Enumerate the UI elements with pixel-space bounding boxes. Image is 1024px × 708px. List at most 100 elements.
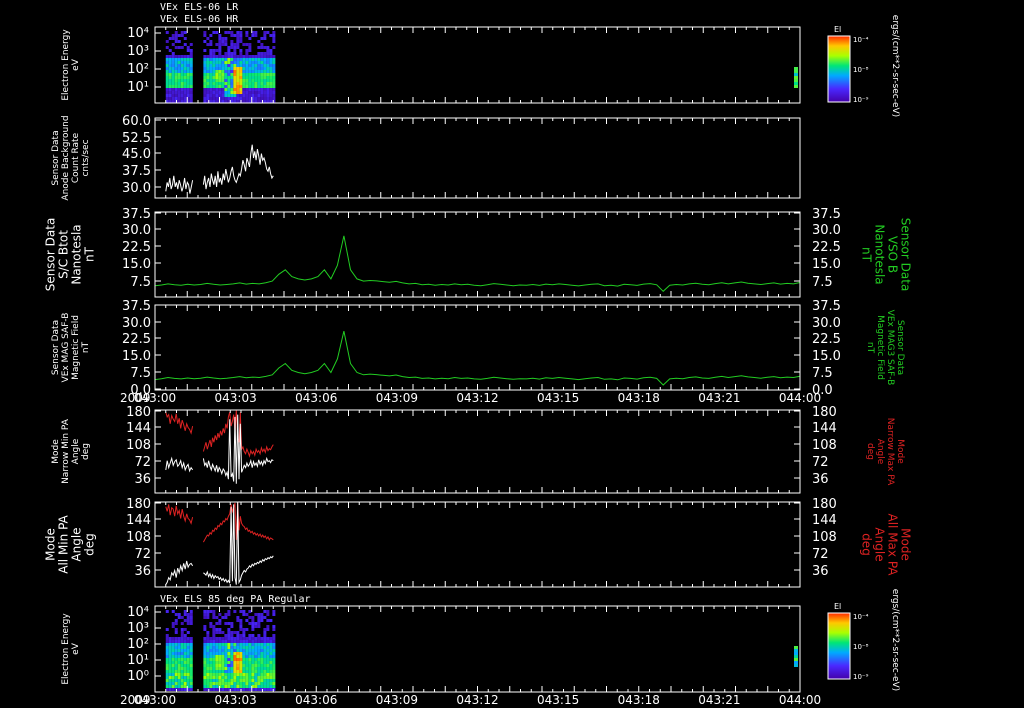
spectrogram-cell	[248, 688, 252, 691]
spectrogram-cell	[263, 70, 267, 73]
spectrogram-cell	[215, 640, 219, 643]
colorbar-tick-bottom: 10⁻⁹	[853, 673, 869, 681]
spectrogram-cell	[203, 652, 207, 655]
spectrogram-cell	[183, 79, 187, 82]
spectrogram-cell	[266, 676, 270, 679]
spectrogram-cell	[257, 46, 261, 49]
spectrogram-cell	[177, 88, 181, 91]
spectrogram-cell	[272, 661, 276, 664]
spectrogram-cell	[257, 97, 261, 100]
spectrogram-cell	[236, 676, 240, 679]
spectrogram-cell	[230, 94, 234, 97]
spectrogram-cell	[206, 613, 210, 616]
spectrogram-cell	[245, 70, 249, 73]
spectrogram-cell	[233, 61, 237, 64]
y-tick-label: 7.5	[130, 366, 151, 381]
spectrogram-cell	[254, 82, 258, 85]
spectrogram-cell	[224, 37, 228, 40]
spectrogram-cell	[180, 631, 184, 634]
spectrogram-cell	[242, 667, 246, 670]
spectrogram-cell	[189, 82, 193, 85]
x-tick-label: 043:15	[537, 391, 579, 405]
spectrogram-cell	[189, 88, 193, 91]
spectrogram-cell	[218, 658, 222, 661]
spectrogram-cell	[230, 61, 234, 64]
spectrogram-cell	[224, 85, 228, 88]
spectrogram-cell	[171, 670, 175, 673]
series-line-bmag_sc-green	[154, 235, 801, 292]
spectrogram-cell	[165, 46, 169, 49]
spectrogram-cell	[203, 76, 207, 79]
spectrogram-cell	[242, 661, 246, 664]
spectrogram-cell	[165, 679, 169, 682]
spectrogram-cell	[206, 661, 210, 664]
spectrogram-cell	[177, 46, 181, 49]
spectrogram-cell	[227, 622, 231, 625]
y-tick-label-right: 180	[812, 405, 837, 420]
spectrogram-cell	[263, 640, 267, 643]
x-tick-label: 043:18	[618, 693, 660, 707]
spectrogram-cell	[218, 79, 222, 82]
spectrogram-cell	[174, 646, 178, 649]
spectrogram-cell	[254, 643, 258, 646]
spectrogram-cell	[209, 667, 213, 670]
spectrogram-cell	[248, 61, 252, 64]
spectrogram-cell	[215, 97, 219, 100]
spectrogram-cell	[174, 649, 178, 652]
spectrogram-cell	[239, 97, 243, 100]
spectrogram-cell	[233, 94, 237, 97]
spectrogram-cell	[212, 673, 216, 676]
spectrogram-cell	[230, 637, 234, 640]
spectrogram-cell	[257, 679, 261, 682]
panel-frame-pa_narrow	[154, 409, 801, 494]
spectrogram-cell	[180, 634, 184, 637]
spectrogram-cell	[177, 679, 181, 682]
spectrogram-cell	[239, 661, 243, 664]
spectrogram-cell	[209, 649, 213, 652]
spectrogram-cell	[230, 652, 234, 655]
spectrogram-cell	[171, 625, 175, 628]
spectrogram-cell	[248, 55, 252, 58]
spectrogram-cell	[242, 634, 246, 637]
spectrogram-cell	[189, 67, 193, 70]
spectrogram-cell	[230, 682, 234, 685]
spectrogram-cell	[233, 649, 237, 652]
spectrogram-cell	[236, 91, 240, 94]
spectrogram-cell	[221, 661, 225, 664]
spectrogram-cell	[233, 79, 237, 82]
y-tick-label: 22.5	[122, 240, 151, 255]
spectrogram-cell	[180, 55, 184, 58]
spectrogram-cell	[221, 682, 225, 685]
spectrogram-cell	[257, 667, 261, 670]
spectrogram-cell	[209, 643, 213, 646]
spectrogram-cell	[260, 94, 264, 97]
spectrogram-cell	[165, 67, 169, 70]
spectrogram-cell	[794, 658, 798, 661]
spectrogram-cell	[263, 637, 267, 640]
spectrogram-cell	[248, 634, 252, 637]
spectrogram-cell	[215, 673, 219, 676]
spectrogram-cell	[254, 661, 258, 664]
spectrogram-cell	[186, 58, 190, 61]
spectrogram-cell	[236, 640, 240, 643]
spectrogram-cell	[272, 658, 276, 661]
spectrogram-cell	[260, 661, 264, 664]
y-axis-label-right: ModeAll Max PAAngledeg	[859, 514, 912, 577]
spectrogram-cell	[218, 655, 222, 658]
spectrogram-cell	[260, 52, 264, 55]
spectrogram-cell	[171, 637, 175, 640]
y-tick-label: 10²	[127, 62, 149, 77]
y-axis-label-line: Sensor Data	[898, 218, 912, 292]
spectrogram-cell	[260, 619, 264, 622]
spectrogram-cell	[236, 643, 240, 646]
spectrogram-cell	[189, 643, 193, 646]
spectrogram-cell	[227, 649, 231, 652]
y-tick-label: 72	[134, 455, 151, 470]
spectrogram-cell	[254, 91, 258, 94]
y-tick-label: 15.0	[122, 349, 151, 364]
spectrogram-cell	[263, 667, 267, 670]
spectrogram-cell	[186, 82, 190, 85]
spectrogram-cell	[171, 652, 175, 655]
spectrogram-cell	[236, 661, 240, 664]
spectrogram-cell	[206, 643, 210, 646]
